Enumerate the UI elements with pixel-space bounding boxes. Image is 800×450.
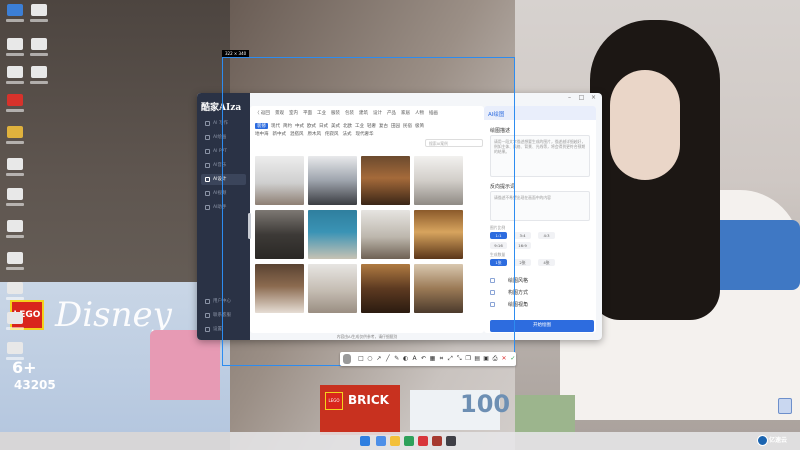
crop-icon[interactable]: ⌗ xyxy=(438,355,444,363)
desktop-icon[interactable] xyxy=(4,312,26,338)
save-icon[interactable]: ▣ xyxy=(483,355,489,363)
music-icon xyxy=(205,163,210,168)
selection-size-label: 322 × 340 xyxy=(222,50,250,57)
close-icon[interactable]: × xyxy=(590,94,597,101)
ellipse-icon[interactable]: ○ xyxy=(367,355,373,363)
user-icon xyxy=(205,299,210,304)
desktop-icon[interactable] xyxy=(4,38,26,64)
lego-set-number: 43205 xyxy=(14,378,56,392)
assistant-icon xyxy=(205,205,210,210)
video-icon xyxy=(205,191,210,196)
headset-icon xyxy=(205,313,210,318)
writing-icon xyxy=(205,121,210,126)
desktop-icon[interactable] xyxy=(4,66,26,92)
start-icon[interactable] xyxy=(360,436,370,446)
arrow-icon[interactable]: ↗ xyxy=(376,355,382,363)
brick-box-logo: LEGO xyxy=(325,392,343,410)
app-icon[interactable] xyxy=(418,436,428,446)
line-icon[interactable]: ╱ xyxy=(385,355,391,363)
expand-icon[interactable]: ⤢ xyxy=(447,355,453,363)
wallpaper-figure-face xyxy=(610,70,680,180)
shrink-icon[interactable]: ⤡ xyxy=(456,355,462,363)
disney-logo: Disney xyxy=(55,295,172,335)
desktop-icon[interactable] xyxy=(28,4,50,30)
mascot-icon xyxy=(343,354,351,364)
desktop-icon[interactable] xyxy=(4,342,26,368)
desktop-icon[interactable] xyxy=(4,158,26,184)
confirm-icon[interactable]: ✓ xyxy=(510,355,516,363)
desktop-icon[interactable] xyxy=(4,282,26,308)
desktop-icon[interactable] xyxy=(28,66,50,92)
gear-icon xyxy=(205,327,210,332)
app-icon[interactable] xyxy=(404,436,414,446)
rectangle-icon[interactable]: □ xyxy=(358,355,364,363)
task-view-icon[interactable] xyxy=(376,436,386,446)
count-chip[interactable]: 2张 xyxy=(514,259,531,266)
desktop-icon[interactable] xyxy=(4,4,26,30)
file-explorer-icon[interactable] xyxy=(390,436,400,446)
text-icon[interactable]: A xyxy=(412,355,418,363)
ratio-chip[interactable]: 16:9 xyxy=(514,242,531,249)
undo-icon[interactable]: ↶ xyxy=(421,355,427,363)
painting-icon xyxy=(205,135,210,140)
desktop-icon[interactable] xyxy=(28,38,50,64)
taskbar xyxy=(0,432,800,450)
ppt-icon xyxy=(205,149,210,154)
watermark: 亿速云 xyxy=(755,433,797,448)
screenshot-selection[interactable] xyxy=(222,57,515,366)
count-chip[interactable]: 4张 xyxy=(538,259,555,266)
pin-icon[interactable]: ▤ xyxy=(474,355,480,363)
mosaic-icon[interactable]: ▦ xyxy=(430,355,436,363)
wallpaper-castle xyxy=(150,330,220,400)
ratio-chip[interactable]: 3:4 xyxy=(514,232,531,239)
design-icon xyxy=(205,177,210,182)
desktop-icon[interactable] xyxy=(4,252,26,278)
recycle-bin-icon[interactable] xyxy=(778,398,792,414)
desktop-icon[interactable] xyxy=(4,126,26,152)
app-icon[interactable] xyxy=(432,436,442,446)
minimize-icon[interactable]: – xyxy=(566,94,573,101)
maximize-icon[interactable]: □ xyxy=(578,94,585,101)
close-icon[interactable]: ✕ xyxy=(501,355,507,363)
screenshot-toolbar: □ ○ ↗ ╱ ✎ ◐ A ↶ ▦ ⌗ ⤢ ⤡ ❐ ▤ ▣ ⎙ ✕ ✓ xyxy=(340,352,516,366)
wallpaper-green-box xyxy=(515,395,575,435)
marker-icon[interactable]: ◐ xyxy=(403,355,409,363)
desktop-icon[interactable] xyxy=(4,188,26,214)
desktop-icon[interactable] xyxy=(4,220,26,246)
pen-icon[interactable]: ✎ xyxy=(394,355,400,363)
copy-icon[interactable]: ❐ xyxy=(465,355,471,363)
watermark-logo xyxy=(757,435,768,446)
ocr-icon[interactable]: ⎙ xyxy=(492,355,498,363)
box-100: 100 xyxy=(410,390,510,430)
desktop-icon[interactable] xyxy=(4,94,26,120)
app-icon[interactable] xyxy=(446,436,456,446)
ratio-chip[interactable]: 4:3 xyxy=(538,232,555,239)
